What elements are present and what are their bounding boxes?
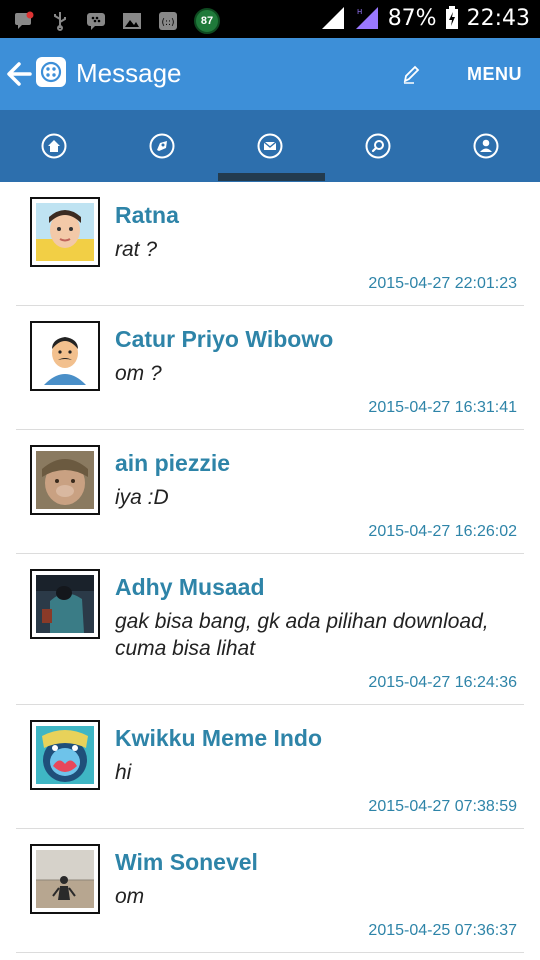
avatar[interactable] [30,844,100,914]
message-timestamp: 2015-04-27 22:01:23 [368,275,517,292]
page-title: Message [76,58,182,88]
sender-name: Kwikku Meme Indo [115,725,323,751]
home-icon [41,133,67,159]
avatar[interactable] [30,321,100,391]
message-list: Ratna rat ? 2015-04-27 22:01:23 Catur Pr… [0,182,540,953]
app-icon: (::) [159,12,177,30]
svg-text:H: H [357,8,362,16]
sender-name: Ratna [115,202,179,228]
avatar[interactable] [30,197,100,267]
battery-percent: 87% [387,5,437,31]
status-bar: (::) 87 H 87% 22:43 [0,0,540,38]
signal-roaming-icon: H [355,7,378,29]
image-icon [123,13,141,29]
message-preview: iya :D [115,486,169,509]
message-timestamp: 2015-04-27 16:26:02 [368,523,517,540]
message-preview: gak bisa bang, gk ada pilihan download, … [115,610,489,660]
sender-name: Adhy Musaad [115,574,265,600]
rocket-icon [149,133,175,159]
message-timestamp: 2015-04-27 16:24:36 [368,674,517,691]
app-bar: Message MENU [0,38,540,110]
list-item[interactable]: ain piezzie iya :D 2015-04-27 16:26:02 [0,430,540,554]
clock: 22:43 [466,5,530,31]
bbm-icon [87,13,105,30]
avatar[interactable] [30,569,100,639]
list-item[interactable]: Adhy Musaad gak bisa bang, gk ada piliha… [0,554,540,705]
tab-profile[interactable] [432,110,540,182]
svg-text:(::): (::) [161,18,174,28]
tab-bar [0,110,540,182]
message-timestamp: 2015-04-27 07:38:59 [368,798,517,815]
sender-name: Catur Priyo Wibowo [115,326,334,352]
tab-home[interactable] [0,110,108,182]
signal-icon [321,7,344,29]
chat-notification-icon [15,11,34,29]
list-item[interactable]: Kwikku Meme Indo hi 2015-04-27 07:38:59 [0,705,540,829]
message-timestamp: 2015-04-25 07:36:37 [368,922,517,939]
active-tab-indicator [218,173,325,181]
app-logo-icon [36,57,66,87]
usb-icon [54,12,66,31]
user-icon [473,133,499,159]
tab-explore[interactable] [108,110,216,182]
message-preview: hi [115,761,132,784]
list-item[interactable]: Ratna rat ? 2015-04-27 22:01:23 [0,182,540,306]
sender-name: Wim Sonevel [115,849,258,875]
back-arrow-icon[interactable] [6,60,32,88]
message-preview: om [115,885,145,908]
tab-messages[interactable] [216,110,324,182]
message-timestamp: 2015-04-27 16:31:41 [368,399,517,416]
avatar[interactable] [30,445,100,515]
envelope-icon [257,133,283,159]
sender-name: ain piezzie [115,450,231,476]
divider [16,952,524,953]
search-icon [365,133,391,159]
menu-button[interactable]: MENU [467,64,522,85]
badge-87-icon: 87 [194,8,220,34]
list-item[interactable]: Catur Priyo Wibowo om ? 2015-04-27 16:31… [0,306,540,430]
list-item[interactable]: Wim Sonevel om 2015-04-25 07:36:37 [0,829,540,953]
battery-charging-icon [445,6,458,29]
message-preview: rat ? [115,238,158,261]
pencil-edit-icon[interactable] [402,64,420,84]
avatar[interactable] [30,720,100,790]
tab-search[interactable] [324,110,432,182]
message-preview: om ? [115,362,162,385]
